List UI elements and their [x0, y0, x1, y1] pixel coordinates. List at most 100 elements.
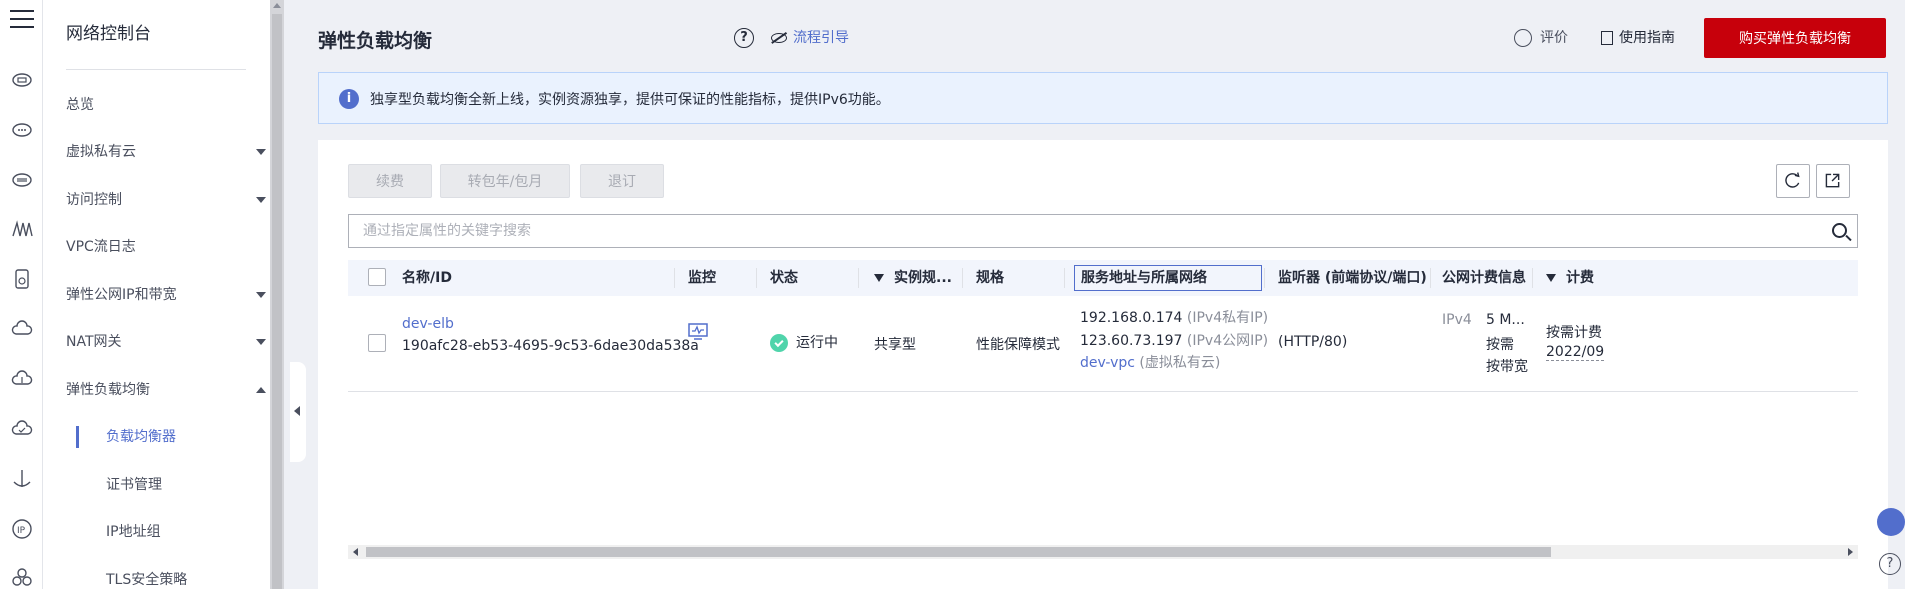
- private-ip: 192.168.0.174 (IPv4私有IP): [1080, 307, 1268, 327]
- filter-icon[interactable]: [874, 274, 884, 282]
- customer-service-icon[interactable]: [1877, 508, 1905, 536]
- elb-list-card: 续费 转包年/包月 退订 名称/ID 监控 状态 实例规... 规格 服务地址与…: [318, 140, 1888, 589]
- sidebar-item-vpc[interactable]: 虚拟私有云: [66, 140, 266, 164]
- ip-icon[interactable]: IP: [11, 518, 33, 540]
- sidebar-item-overview[interactable]: 总览: [66, 93, 266, 117]
- sidebar-item-nat[interactable]: NAT网关: [66, 330, 266, 354]
- chevron-down-icon: [256, 339, 266, 345]
- sidebar-subitem-tls-policies[interactable]: TLS安全策略: [106, 568, 187, 589]
- sidebar-item-flow-log[interactable]: VPC流日志: [66, 235, 266, 259]
- search-icon[interactable]: [1832, 223, 1847, 238]
- vpc-link[interactable]: dev-vpc: [1080, 355, 1135, 371]
- sidebar-item-eip[interactable]: 弹性公网IP和带宽: [66, 283, 266, 307]
- smile-icon: [1514, 29, 1532, 47]
- user-guide-link[interactable]: 使用指南: [1601, 27, 1675, 47]
- scroll-left-icon[interactable]: [353, 548, 358, 556]
- column-divider: [1264, 268, 1265, 288]
- convert-yearly-monthly-button[interactable]: 转包年/包月: [440, 164, 570, 198]
- sidebar-subitem-certificates[interactable]: 证书管理: [106, 473, 162, 497]
- chevron-down-icon: [256, 292, 266, 298]
- page-header: 弹性负载均衡 ? 流程引导 评价 使用指南 购买弹性负载均衡: [284, 0, 1905, 72]
- status-text: 运行中: [796, 335, 838, 351]
- refresh-button[interactable]: [1776, 164, 1810, 198]
- table-row: dev-elb 190afc28-eb53-4695-9c53-6dae30da…: [348, 296, 1858, 392]
- billing-ip-version: IPv4: [1442, 312, 1472, 328]
- column-header-charge-mode[interactable]: 计费: [1546, 260, 1594, 296]
- select-all-checkbox[interactable]: [368, 268, 386, 286]
- sidebar-item-label: 弹性公网IP和带宽: [66, 287, 177, 303]
- sidebar-item-label: 弹性负载均衡: [66, 382, 150, 398]
- search-box: [348, 214, 1858, 248]
- help-icon[interactable]: ?: [734, 28, 754, 48]
- network-icon[interactable]: [11, 218, 33, 240]
- eye-off-icon: [771, 33, 787, 43]
- page-title: 弹性负载均衡: [318, 30, 433, 52]
- chevron-down-icon: [256, 197, 266, 203]
- sidebar-subitem-ip-groups[interactable]: IP地址组: [106, 520, 161, 544]
- search-input[interactable]: [349, 215, 1799, 247]
- rate-link[interactable]: 评价: [1514, 27, 1568, 47]
- billing-mode: 按需: [1486, 337, 1514, 353]
- sidebar-collapse-toggle[interactable]: [290, 362, 306, 462]
- monitor-icon[interactable]: [688, 323, 708, 345]
- floating-help-icon[interactable]: ?: [1879, 553, 1901, 575]
- spec: 性能保障模式: [976, 337, 1060, 353]
- column-header-name[interactable]: 名称/ID: [402, 260, 452, 296]
- cloud-server-icon[interactable]: [11, 68, 33, 90]
- cloud-icon[interactable]: [11, 318, 33, 340]
- process-guide-link[interactable]: 流程引导: [771, 27, 849, 47]
- sidebar-item-access-control[interactable]: 访问控制: [66, 188, 266, 212]
- listener: (HTTP/80): [1278, 334, 1348, 350]
- cloud-check-icon[interactable]: [11, 418, 33, 440]
- column-divider: [674, 268, 675, 288]
- column-header-instance-type[interactable]: 实例规...: [874, 260, 952, 296]
- column-header-label: 实例规...: [894, 270, 952, 286]
- buy-elb-button[interactable]: 购买弹性负载均衡: [1704, 18, 1886, 58]
- row-checkbox[interactable]: [368, 334, 386, 352]
- cloud-db-icon[interactable]: [11, 168, 33, 190]
- table-header: 名称/ID 监控 状态 实例规... 规格 服务地址与所属网络 监听器 (前端协…: [348, 260, 1858, 296]
- export-button[interactable]: [1816, 164, 1850, 198]
- active-indicator: [76, 426, 79, 448]
- info-banner-text: 独享型负载均衡全新上线，实例资源独享，提供可保证的性能指标，提供IPv6功能。: [370, 92, 890, 108]
- elb-name-link[interactable]: dev-elb: [402, 316, 454, 332]
- elb-id: 190afc28-eb53-4695-9c53-6dae30da538a: [402, 338, 699, 354]
- scroll-up-icon[interactable]: [273, 3, 281, 8]
- status-cell: 运行中: [770, 332, 838, 352]
- cloud-upload-icon[interactable]: [11, 368, 33, 390]
- export-icon: [1825, 173, 1840, 188]
- column-divider: [962, 268, 963, 288]
- scrollbar-thumb[interactable]: [366, 547, 1551, 557]
- sidebar-subitem-load-balancers[interactable]: 负载均衡器: [106, 425, 176, 449]
- hamburger-menu-icon[interactable]: [10, 10, 34, 32]
- anchor-icon[interactable]: [11, 468, 33, 490]
- scroll-right-icon[interactable]: [1848, 548, 1853, 556]
- sidebar-item-elb[interactable]: 弹性负载均衡: [66, 378, 266, 402]
- guide-label: 流程引导: [793, 30, 849, 46]
- cloud-chat-icon[interactable]: [11, 118, 33, 140]
- elb-table: 名称/ID 监控 状态 实例规... 规格 服务地址与所属网络 监听器 (前端协…: [348, 260, 1858, 530]
- sidebar-item-label: 虚拟私有云: [66, 144, 136, 160]
- private-ip-tag: (IPv4私有IP): [1186, 310, 1269, 326]
- unsubscribe-button[interactable]: 退订: [580, 164, 664, 198]
- svg-text:IP: IP: [17, 526, 26, 536]
- column-divider: [756, 268, 757, 288]
- column-header-service-address[interactable]: 服务地址与所属网络: [1074, 265, 1262, 291]
- refresh-icon: [1785, 172, 1800, 188]
- billing-bandwidth: 5 M...: [1486, 312, 1525, 328]
- table-horizontal-scrollbar[interactable]: [348, 545, 1858, 559]
- scrollbar-thumb[interactable]: [272, 14, 282, 589]
- device-icon[interactable]: [11, 268, 33, 290]
- billing-bandwidth-mode: 按带宽: [1486, 359, 1528, 375]
- document-edit-icon: [1601, 31, 1613, 45]
- public-ip-tag: (IPv4公网IP): [1186, 333, 1269, 349]
- service-rail: IP: [0, 0, 43, 589]
- filter-icon[interactable]: [1546, 274, 1556, 282]
- cluster-icon[interactable]: [11, 566, 33, 588]
- renew-button[interactable]: 续费: [348, 164, 432, 198]
- chevron-up-icon: [256, 387, 266, 393]
- column-header-spec: 规格: [976, 270, 1004, 286]
- sidebar-scrollbar[interactable]: [270, 0, 284, 589]
- column-divider: [1064, 268, 1065, 288]
- private-ip-value: 192.168.0.174: [1080, 310, 1183, 326]
